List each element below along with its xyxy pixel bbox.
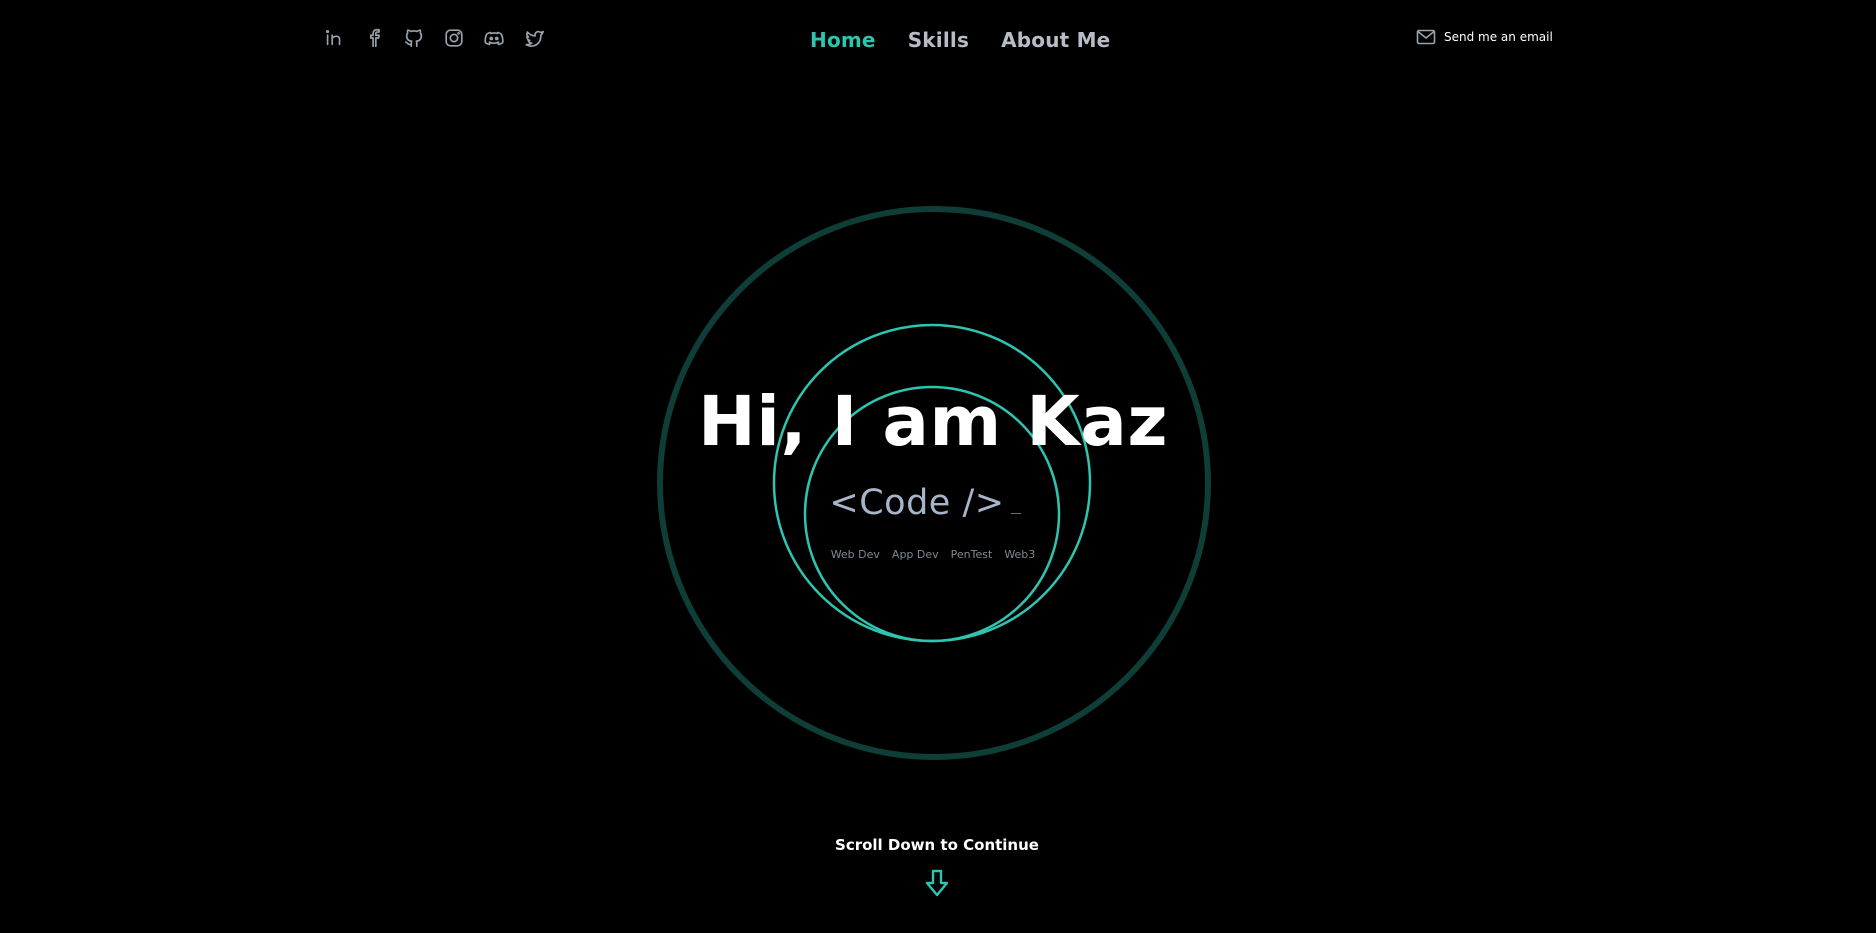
arrow-down-icon[interactable]	[923, 868, 951, 898]
nav-about-me[interactable]: About Me	[1001, 28, 1110, 52]
skill-tags: Web Dev App Dev PenTest Web3	[0, 548, 1866, 561]
discord-icon[interactable]	[482, 26, 506, 50]
social-links	[322, 26, 546, 50]
hero-rings	[657, 206, 1211, 760]
nav-home[interactable]: Home	[810, 28, 876, 52]
tag-web-dev: Web Dev	[830, 548, 880, 561]
facebook-icon[interactable]	[362, 26, 386, 50]
nav-skills[interactable]: Skills	[908, 28, 969, 52]
hero-code-text: <Code />	[0, 486, 1850, 521]
typing-cursor	[1010, 513, 1021, 514]
tag-app-dev: App Dev	[891, 548, 939, 561]
linkedin-icon[interactable]	[322, 26, 346, 50]
scroll-hint: Scroll Down to Continue	[835, 836, 1039, 854]
main-nav: Home Skills About Me	[810, 28, 1110, 52]
hero-title: Hi, I am Kaz	[698, 382, 1168, 462]
instagram-icon[interactable]	[442, 26, 466, 50]
code-text: <Code />	[829, 483, 1005, 523]
page: Home Skills About Me Send me an email Hi…	[0, 0, 1876, 933]
github-icon[interactable]	[402, 26, 426, 50]
tag-pentest: PenTest	[950, 548, 993, 561]
twitter-icon[interactable]	[522, 26, 546, 50]
email-label: Send me an email	[1444, 30, 1553, 44]
tag-web3: Web3	[1004, 548, 1036, 561]
email-link[interactable]: Send me an email	[1416, 28, 1553, 46]
mail-icon	[1416, 29, 1436, 45]
